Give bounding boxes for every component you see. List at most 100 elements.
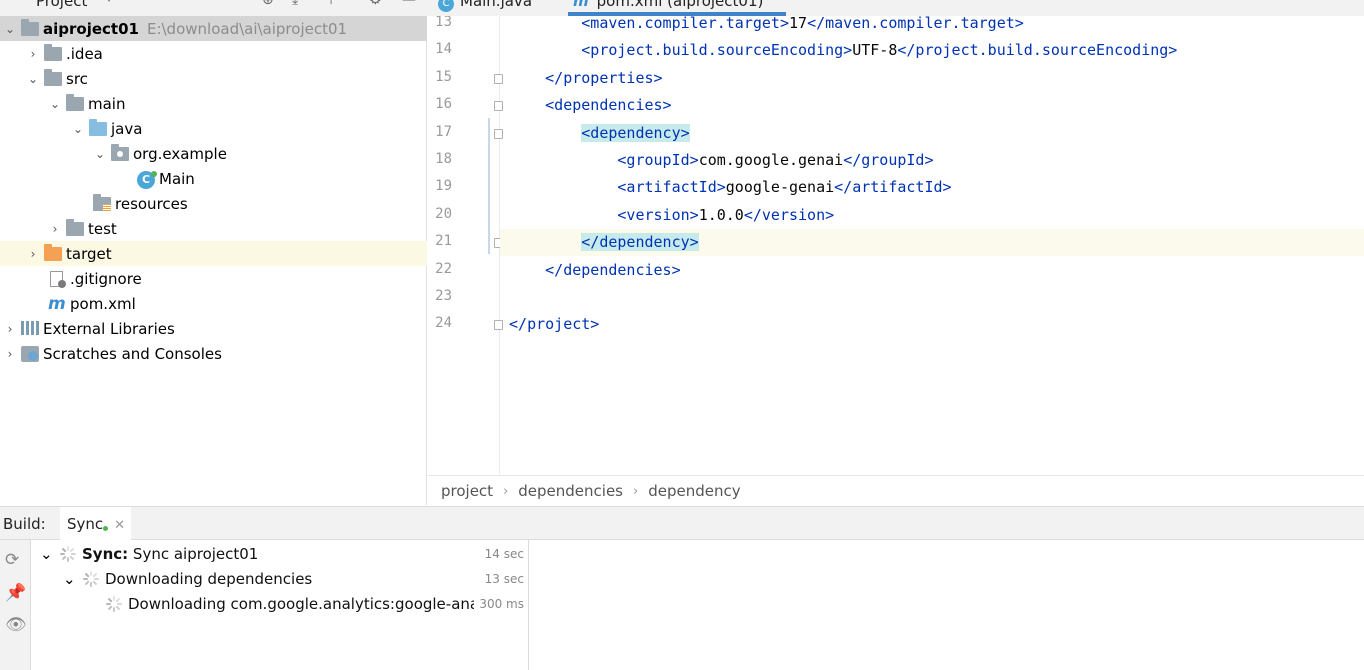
line-number: 19 <box>435 178 452 195</box>
tree-node-pom-xml[interactable]: m pom.xml <box>0 291 427 316</box>
expand-all-icon[interactable]: ⤓ <box>292 0 298 8</box>
tree-node-label: java <box>111 119 143 138</box>
tree-node-resources[interactable]: resources <box>0 191 427 216</box>
tree-node-scratches[interactable]: › Scratches and Consoles <box>0 341 427 366</box>
line-number: 13 <box>435 16 452 30</box>
code-line[interactable]: </dependencies> <box>500 257 1364 284</box>
line-number: 16 <box>435 96 452 113</box>
vcs-change-marker[interactable] <box>488 118 490 254</box>
build-row-sync[interactable]: ⌄ Sync: Sync aiproject01 14 sec <box>32 541 529 566</box>
tree-node-aiproject01[interactable]: ⌄ aiproject01 E:\download\ai\aiproject01 <box>0 16 427 41</box>
build-toolbar: ⟳ 📌 👁 <box>0 540 31 670</box>
code-line[interactable]: <project.build.sourceEncoding>UTF-8</pro… <box>500 37 1364 64</box>
chevron-down-icon[interactable]: ⌄ <box>26 72 40 86</box>
spinner-tick <box>84 579 90 585</box>
tab-main-java[interactable]: C Main.java <box>438 0 532 16</box>
code-line[interactable]: </properties> <box>500 65 1364 92</box>
chevron-down-icon[interactable]: ⌄ <box>93 147 107 161</box>
chevron-right-icon[interactable]: › <box>48 222 62 236</box>
chevron-down-icon[interactable]: ⌄ <box>48 97 62 111</box>
chevron-down-icon[interactable]: ⌄ <box>3 22 17 36</box>
tree-node-main[interactable]: ⌄ main <box>0 91 427 116</box>
breadcrumb-dependency[interactable]: dependency <box>648 482 740 500</box>
tree-node-test[interactable]: › test <box>0 216 427 241</box>
xml-tag: <artifactId> <box>617 178 726 197</box>
spinner-tick <box>83 577 88 580</box>
build-row-downloading-artifact[interactable]: Downloading com.google.analytics:google-… <box>32 591 529 616</box>
folder-icon <box>66 218 84 237</box>
xml-tag: <dependency> <box>581 123 690 142</box>
code-editor[interactable]: 13 14 15 16 17 18 19 20 21 22 23 24 <maven.compiler… <box>428 16 1364 475</box>
xml-tag: <maven.compiler.target> <box>581 16 789 32</box>
chevron-down-icon[interactable]: ⌄ <box>71 122 85 136</box>
close-icon[interactable]: ✕ <box>114 518 125 533</box>
code-line[interactable]: <version>1.0.0</version> <box>500 202 1364 229</box>
eye-icon[interactable]: 👁 <box>5 615 27 635</box>
code-line[interactable]: <artifactId>google-genai</artifactId> <box>500 174 1364 201</box>
spinner-tick <box>61 547 67 553</box>
gear-icon[interactable]: ⚙ <box>369 0 382 8</box>
spinner-tick <box>61 554 67 560</box>
xml-tag: </project> <box>509 315 600 334</box>
sync-icon[interactable]: ⟳ <box>5 550 19 570</box>
code-line[interactable]: </dependency> <box>500 229 1364 257</box>
breadcrumb-project[interactable]: project <box>441 482 493 500</box>
line-number: 22 <box>435 260 452 277</box>
maven-icon: m <box>48 293 66 314</box>
chevron-right-icon[interactable]: › <box>26 47 40 61</box>
chevron-right-icon[interactable]: › <box>3 322 17 336</box>
xml-text: com.google.genai <box>698 151 844 169</box>
chevron-down-icon[interactable]: ⌄ <box>63 570 79 588</box>
tree-node-label: test <box>88 219 117 238</box>
breadcrumb-dependencies[interactable]: dependencies <box>518 482 623 500</box>
code-line[interactable]: <groupId>com.google.genai</groupId> <box>500 147 1364 174</box>
tree-node-java[interactable]: ⌄ java <box>0 116 427 141</box>
tree-node-main-class[interactable]: C Main <box>0 166 427 191</box>
chevron-right-icon[interactable]: › <box>26 247 40 261</box>
code-line[interactable]: </project> <box>500 311 1364 338</box>
build-console-output[interactable] <box>530 540 1364 670</box>
build-row-downloading-deps[interactable]: ⌄ Downloading dependencies 13 sec <box>32 566 529 591</box>
line-number: 20 <box>435 205 452 222</box>
resources-folder-icon <box>93 193 111 212</box>
hide-icon[interactable]: — <box>402 0 416 8</box>
chevron-down-icon[interactable]: ⌄ <box>40 545 56 563</box>
package-icon <box>111 143 129 162</box>
tree-node-idea[interactable]: › .idea <box>0 41 427 66</box>
code-line[interactable]: <maven.compiler.target>17</maven.compile… <box>500 16 1364 37</box>
tree-node-label: aiproject01 <box>43 19 139 38</box>
xml-text: 17 <box>789 16 808 32</box>
project-view-selector[interactable]: Project <box>36 0 87 10</box>
tree-node-gitignore[interactable]: .gitignore <box>0 266 427 291</box>
line-number: 14 <box>435 41 452 58</box>
code-line[interactable]: <dependency> <box>500 120 1364 147</box>
xml-text: google-genai <box>725 178 835 197</box>
tree-node-src[interactable]: ⌄ src <box>0 66 427 91</box>
tab-label: Sync <box>67 515 104 533</box>
code-line[interactable] <box>500 284 1364 311</box>
chevron-down-icon[interactable]: ▾ <box>106 0 112 5</box>
code-line[interactable]: <dependencies> <box>500 92 1364 119</box>
line-number: 15 <box>435 68 452 85</box>
folder-icon <box>44 43 62 62</box>
locate-icon[interactable]: ⊕ <box>262 0 274 8</box>
tree-node-label: Main <box>159 169 195 188</box>
tree-node-label: resources <box>115 194 188 213</box>
tree-node-target[interactable]: › target <box>0 241 427 266</box>
line-number: 21 <box>435 233 452 250</box>
tree-node-external-libraries[interactable]: › External Libraries <box>0 316 427 341</box>
tab-sync[interactable]: Sync ✕ <box>60 507 132 540</box>
folder-icon <box>66 93 84 112</box>
tree-node-label: src <box>66 69 88 88</box>
tree-node-org-example[interactable]: ⌄ org.example <box>0 141 427 166</box>
collapse-all-icon[interactable]: ⤒ <box>328 0 334 8</box>
chevron-right-icon[interactable]: › <box>3 347 17 361</box>
pin-icon[interactable]: 📌 <box>5 583 26 603</box>
status-dot-icon <box>103 526 109 531</box>
xml-tag: <project.build.sourceEncoding> <box>581 41 853 60</box>
editor-tabs: C Main.java m pom.xml (aiproject01) <box>428 0 1364 16</box>
